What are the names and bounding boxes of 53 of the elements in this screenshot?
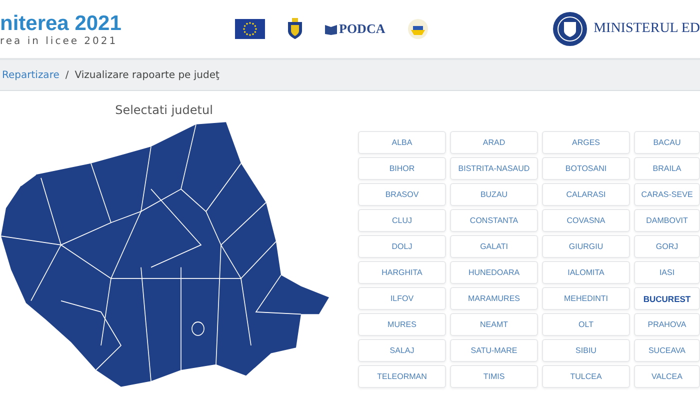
county-button[interactable]: TELEORMAN [358,365,446,388]
coat-of-arms-icon [287,18,303,40]
county-button[interactable]: CONSTANTA [450,209,538,232]
site-subtitle: rea in licee 2021 [0,36,119,46]
map-title: Selectati judetul [115,103,213,117]
county-button[interactable]: DAMBOVIT [634,209,700,232]
partner-logo: PODCA [325,21,386,37]
county-button[interactable]: ARGES [542,131,630,154]
breadcrumb-separator: / [65,70,69,80]
county-button[interactable]: BIHOR [358,157,446,180]
flag-icon [235,19,265,39]
county-button[interactable]: IALOMITA [542,261,630,284]
county-button[interactable]: SUCEAVA [634,339,700,362]
county-button[interactable]: ILFOV [358,287,446,310]
county-button[interactable]: BOTOSANI [542,157,630,180]
county-button[interactable]: GIURGIU [542,235,630,258]
county-button[interactable]: SIBIU [542,339,630,362]
county-button[interactable]: CLUJ [358,209,446,232]
county-button[interactable]: TIMIS [450,365,538,388]
county-button[interactable]: GALATI [450,235,538,258]
county-button[interactable]: SALAJ [358,339,446,362]
county-button[interactable]: BACAU [634,131,700,154]
county-button[interactable]: PRAHOVA [634,313,700,336]
county-button[interactable]: BRAILA [634,157,700,180]
badge-icon [407,18,430,40]
county-button[interactable]: OLT [542,313,630,336]
county-button[interactable]: VALCEA [634,365,700,388]
ministry-seal-icon [552,11,588,47]
breadcrumb-link[interactable]: Repartizare [2,70,60,80]
county-button[interactable]: GORJ [634,235,700,258]
county-button[interactable]: MARAMURES [450,287,538,310]
county-button[interactable]: IASI [634,261,700,284]
ministry-name: MINISTERUL ED [594,21,700,37]
county-button[interactable]: ALBA [358,131,446,154]
county-button[interactable]: MEHEDINTI [542,287,630,310]
county-button[interactable]: TULCEA [542,365,630,388]
county-button[interactable]: BISTRITA-NASAUD [450,157,538,180]
county-button[interactable]: ARAD [450,131,538,154]
site-title: niterea 2021 [0,12,122,36]
county-button[interactable]: HUNEDOARA [450,261,538,284]
county-button[interactable]: CALARASI [542,183,630,206]
breadcrumb-current: Vizualizare rapoarte pe judeţ [74,70,220,80]
county-button[interactable]: BUZAU [450,183,538,206]
county-button[interactable]: DOLJ [358,235,446,258]
county-button[interactable]: SATU-MARE [450,339,538,362]
county-button[interactable]: COVASNA [542,209,630,232]
county-button[interactable]: HARGHITA [358,261,446,284]
county-button[interactable]: BUCUREST [634,287,700,310]
county-button[interactable]: NEAMT [450,313,538,336]
county-button[interactable]: BRASOV [358,183,446,206]
county-button[interactable]: MURES [358,313,446,336]
county-button[interactable]: CARAS-SEVE [634,183,700,206]
map-drawing[interactable] [0,121,330,389]
